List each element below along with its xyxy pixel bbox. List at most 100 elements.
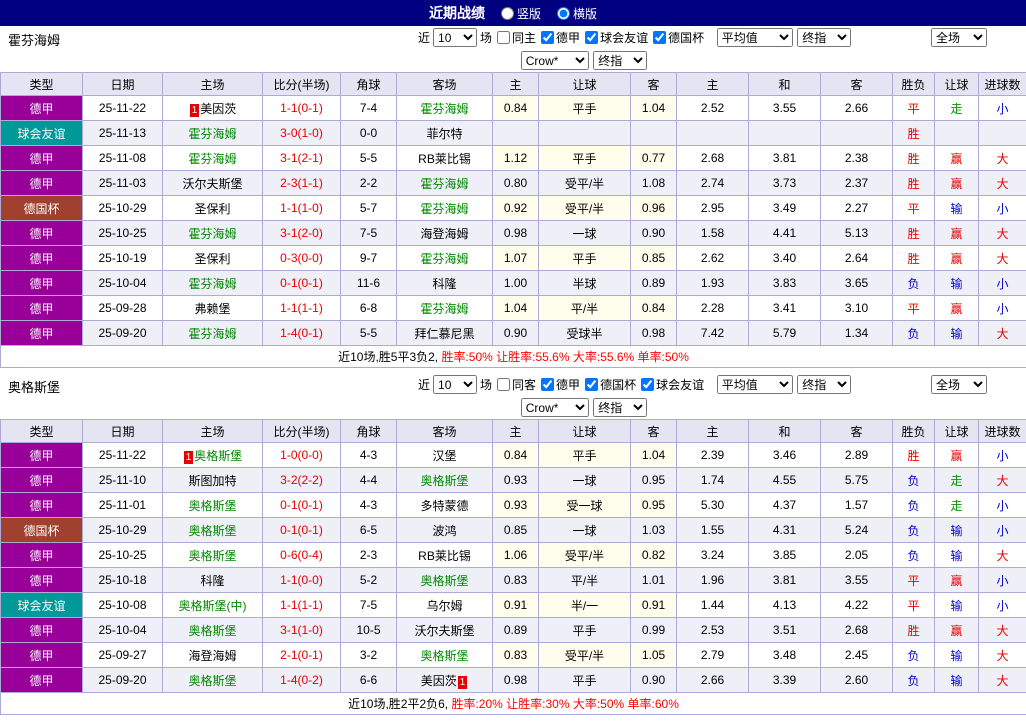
focal-team-link[interactable]: 奥格斯堡 bbox=[188, 499, 236, 513]
focal-team-link[interactable]: 霍芬海姆 bbox=[420, 177, 468, 191]
match-type-badge: 德甲 bbox=[0, 145, 83, 171]
filter-checkbox[interactable] bbox=[585, 378, 599, 391]
team-link[interactable]: 沃尔夫斯堡 bbox=[182, 177, 242, 191]
odds-away: 1.05 bbox=[630, 642, 677, 668]
focal-team-link[interactable]: 奥格斯堡 bbox=[420, 649, 468, 663]
focal-team-link[interactable]: 霍芬海姆 bbox=[420, 302, 468, 316]
filter-checkbox[interactable] bbox=[541, 31, 555, 44]
team-name[interactable]: 霍芬海姆 bbox=[8, 30, 60, 49]
home-team-cell: 弗赖堡 bbox=[162, 295, 263, 321]
odds-handicap: 平/半 bbox=[538, 295, 631, 321]
scope-select[interactable]: 全场 bbox=[931, 28, 987, 47]
team-link[interactable]: 科隆 bbox=[200, 574, 224, 588]
filter-checkbox[interactable] bbox=[541, 378, 555, 391]
column-header: 让球 bbox=[934, 419, 979, 443]
filter-option[interactable]: 德国杯 bbox=[585, 376, 636, 393]
match-count-select[interactable]: 10 bbox=[433, 375, 478, 394]
focal-team-link[interactable]: 霍芬海姆 bbox=[188, 152, 236, 166]
team-link[interactable]: 圣保利 bbox=[194, 252, 230, 266]
focal-team-link[interactable]: 霍芬海姆 bbox=[188, 127, 236, 141]
focal-team-link[interactable]: 奥格斯堡 bbox=[188, 524, 236, 538]
filter-option[interactable]: 同主 bbox=[497, 29, 536, 46]
filter-checkbox[interactable] bbox=[653, 31, 667, 44]
team-link[interactable]: 波鸿 bbox=[432, 524, 456, 538]
team-link[interactable]: 海登海姆 bbox=[420, 227, 468, 241]
score: 1-0(0-0) bbox=[262, 442, 341, 468]
team-name[interactable]: 奥格斯堡 bbox=[8, 377, 60, 396]
team-link[interactable]: 圣保利 bbox=[194, 202, 230, 216]
focal-team-link[interactable]: 奥格斯堡 bbox=[420, 474, 468, 488]
team-link[interactable]: 弗赖堡 bbox=[194, 302, 230, 316]
odds-source-select[interactable]: Crow* bbox=[520, 398, 589, 417]
score: 1-1(0-1) bbox=[262, 95, 341, 121]
odds-source-select[interactable]: Crow* bbox=[520, 51, 589, 70]
layout-radio-horizontal[interactable] bbox=[557, 6, 570, 20]
team-link[interactable]: 多特蒙德 bbox=[420, 499, 468, 513]
focal-team-link[interactable]: 霍芬海姆 bbox=[420, 202, 468, 216]
team-link[interactable]: 汉堡 bbox=[432, 449, 456, 463]
odds-handicap: 平手 bbox=[538, 667, 631, 693]
filter-option[interactable]: 德甲 bbox=[541, 376, 580, 393]
avg-source-select[interactable]: 平均值 bbox=[716, 28, 793, 47]
team-link[interactable]: 菲尔特 bbox=[426, 127, 462, 141]
result-handicap: 赢 bbox=[934, 567, 979, 593]
team-link[interactable]: 海登海姆 bbox=[188, 649, 236, 663]
focal-team-link[interactable]: 奥格斯堡 bbox=[420, 574, 468, 588]
avg-source-select[interactable]: 平均值 bbox=[716, 375, 793, 394]
focal-team-link[interactable]: 霍芬海姆 bbox=[188, 227, 236, 241]
away-team-cell: 霍芬海姆 bbox=[396, 295, 493, 321]
odds-type-select[interactable]: 终指 bbox=[593, 51, 648, 70]
focal-team-link[interactable]: 奥格斯堡 bbox=[194, 449, 242, 463]
column-header: 客场 bbox=[396, 72, 493, 96]
layout-radio-vertical[interactable] bbox=[500, 6, 514, 20]
result-handicap: 走 bbox=[934, 492, 979, 518]
avg-type-select[interactable]: 终指 bbox=[797, 375, 852, 394]
odds-home: 0.80 bbox=[492, 170, 539, 196]
team-link[interactable]: RB莱比锡 bbox=[418, 152, 471, 166]
summary-row: 近10场,胜5平3负2, 胜率:50% 让胜率:55.6% 大率:55.6% 单… bbox=[0, 345, 1026, 368]
filter-option[interactable]: 德甲 bbox=[541, 29, 580, 46]
result-handicap: 赢 bbox=[934, 245, 979, 271]
avg-home: 2.52 bbox=[676, 95, 749, 121]
team-link[interactable]: 乌尔姆 bbox=[426, 599, 462, 613]
team-link[interactable]: 美因茨 bbox=[421, 674, 457, 688]
match-count-select[interactable]: 10 bbox=[433, 28, 478, 47]
filter-option[interactable]: 同客 bbox=[497, 376, 536, 393]
team-link[interactable]: 科隆 bbox=[432, 277, 456, 291]
focal-team-link[interactable]: 霍芬海姆 bbox=[420, 102, 468, 116]
avg-home bbox=[676, 120, 749, 146]
filters: 近 10 场 同主 德甲 球会友谊 德国杯 bbox=[418, 28, 704, 47]
odds-type-select[interactable]: 终指 bbox=[593, 398, 648, 417]
score: 1-4(0-1) bbox=[262, 320, 341, 346]
team-link[interactable]: RB莱比锡 bbox=[418, 549, 471, 563]
focal-team-link[interactable]: 霍芬海姆 bbox=[188, 277, 236, 291]
filter-checkbox[interactable] bbox=[641, 378, 655, 391]
score: 0-1(0-1) bbox=[262, 270, 341, 296]
team-link[interactable]: 美因茨 bbox=[200, 102, 236, 116]
focal-team-link[interactable]: 奥格斯堡 bbox=[188, 674, 236, 688]
avg-home: 2.68 bbox=[676, 145, 749, 171]
focal-team-link[interactable]: 霍芬海姆 bbox=[188, 327, 236, 341]
team-link[interactable]: 拜仁慕尼黑 bbox=[414, 327, 474, 341]
layout-option-horizontal[interactable]: 横版 bbox=[557, 5, 597, 22]
avg-draw: 3.73 bbox=[748, 170, 821, 196]
avg-home: 2.66 bbox=[676, 667, 749, 693]
avg-type-select[interactable]: 终指 bbox=[797, 28, 852, 47]
layout-option-vertical[interactable]: 竖版 bbox=[500, 5, 541, 22]
focal-team-link[interactable]: 奥格斯堡(中) bbox=[179, 599, 247, 613]
odds-handicap bbox=[538, 120, 631, 146]
focal-team-link[interactable]: 霍芬海姆 bbox=[420, 252, 468, 266]
filter-checkbox[interactable] bbox=[497, 31, 511, 44]
team-link[interactable]: 斯图加特 bbox=[188, 474, 236, 488]
focal-team-link[interactable]: 奥格斯堡 bbox=[188, 624, 236, 638]
filter-option[interactable]: 球会友谊 bbox=[585, 29, 648, 46]
filter-checkbox[interactable] bbox=[497, 378, 511, 391]
team-link[interactable]: 沃尔夫斯堡 bbox=[414, 624, 474, 638]
filter-checkbox[interactable] bbox=[585, 31, 599, 44]
scope-select[interactable]: 全场 bbox=[931, 375, 987, 394]
away-team-cell: 奥格斯堡 bbox=[396, 567, 493, 593]
odds-handicap: 一球 bbox=[538, 467, 631, 493]
focal-team-link[interactable]: 奥格斯堡 bbox=[188, 549, 236, 563]
match-type-badge: 德国杯 bbox=[0, 517, 83, 543]
corners: 6-8 bbox=[340, 295, 397, 321]
